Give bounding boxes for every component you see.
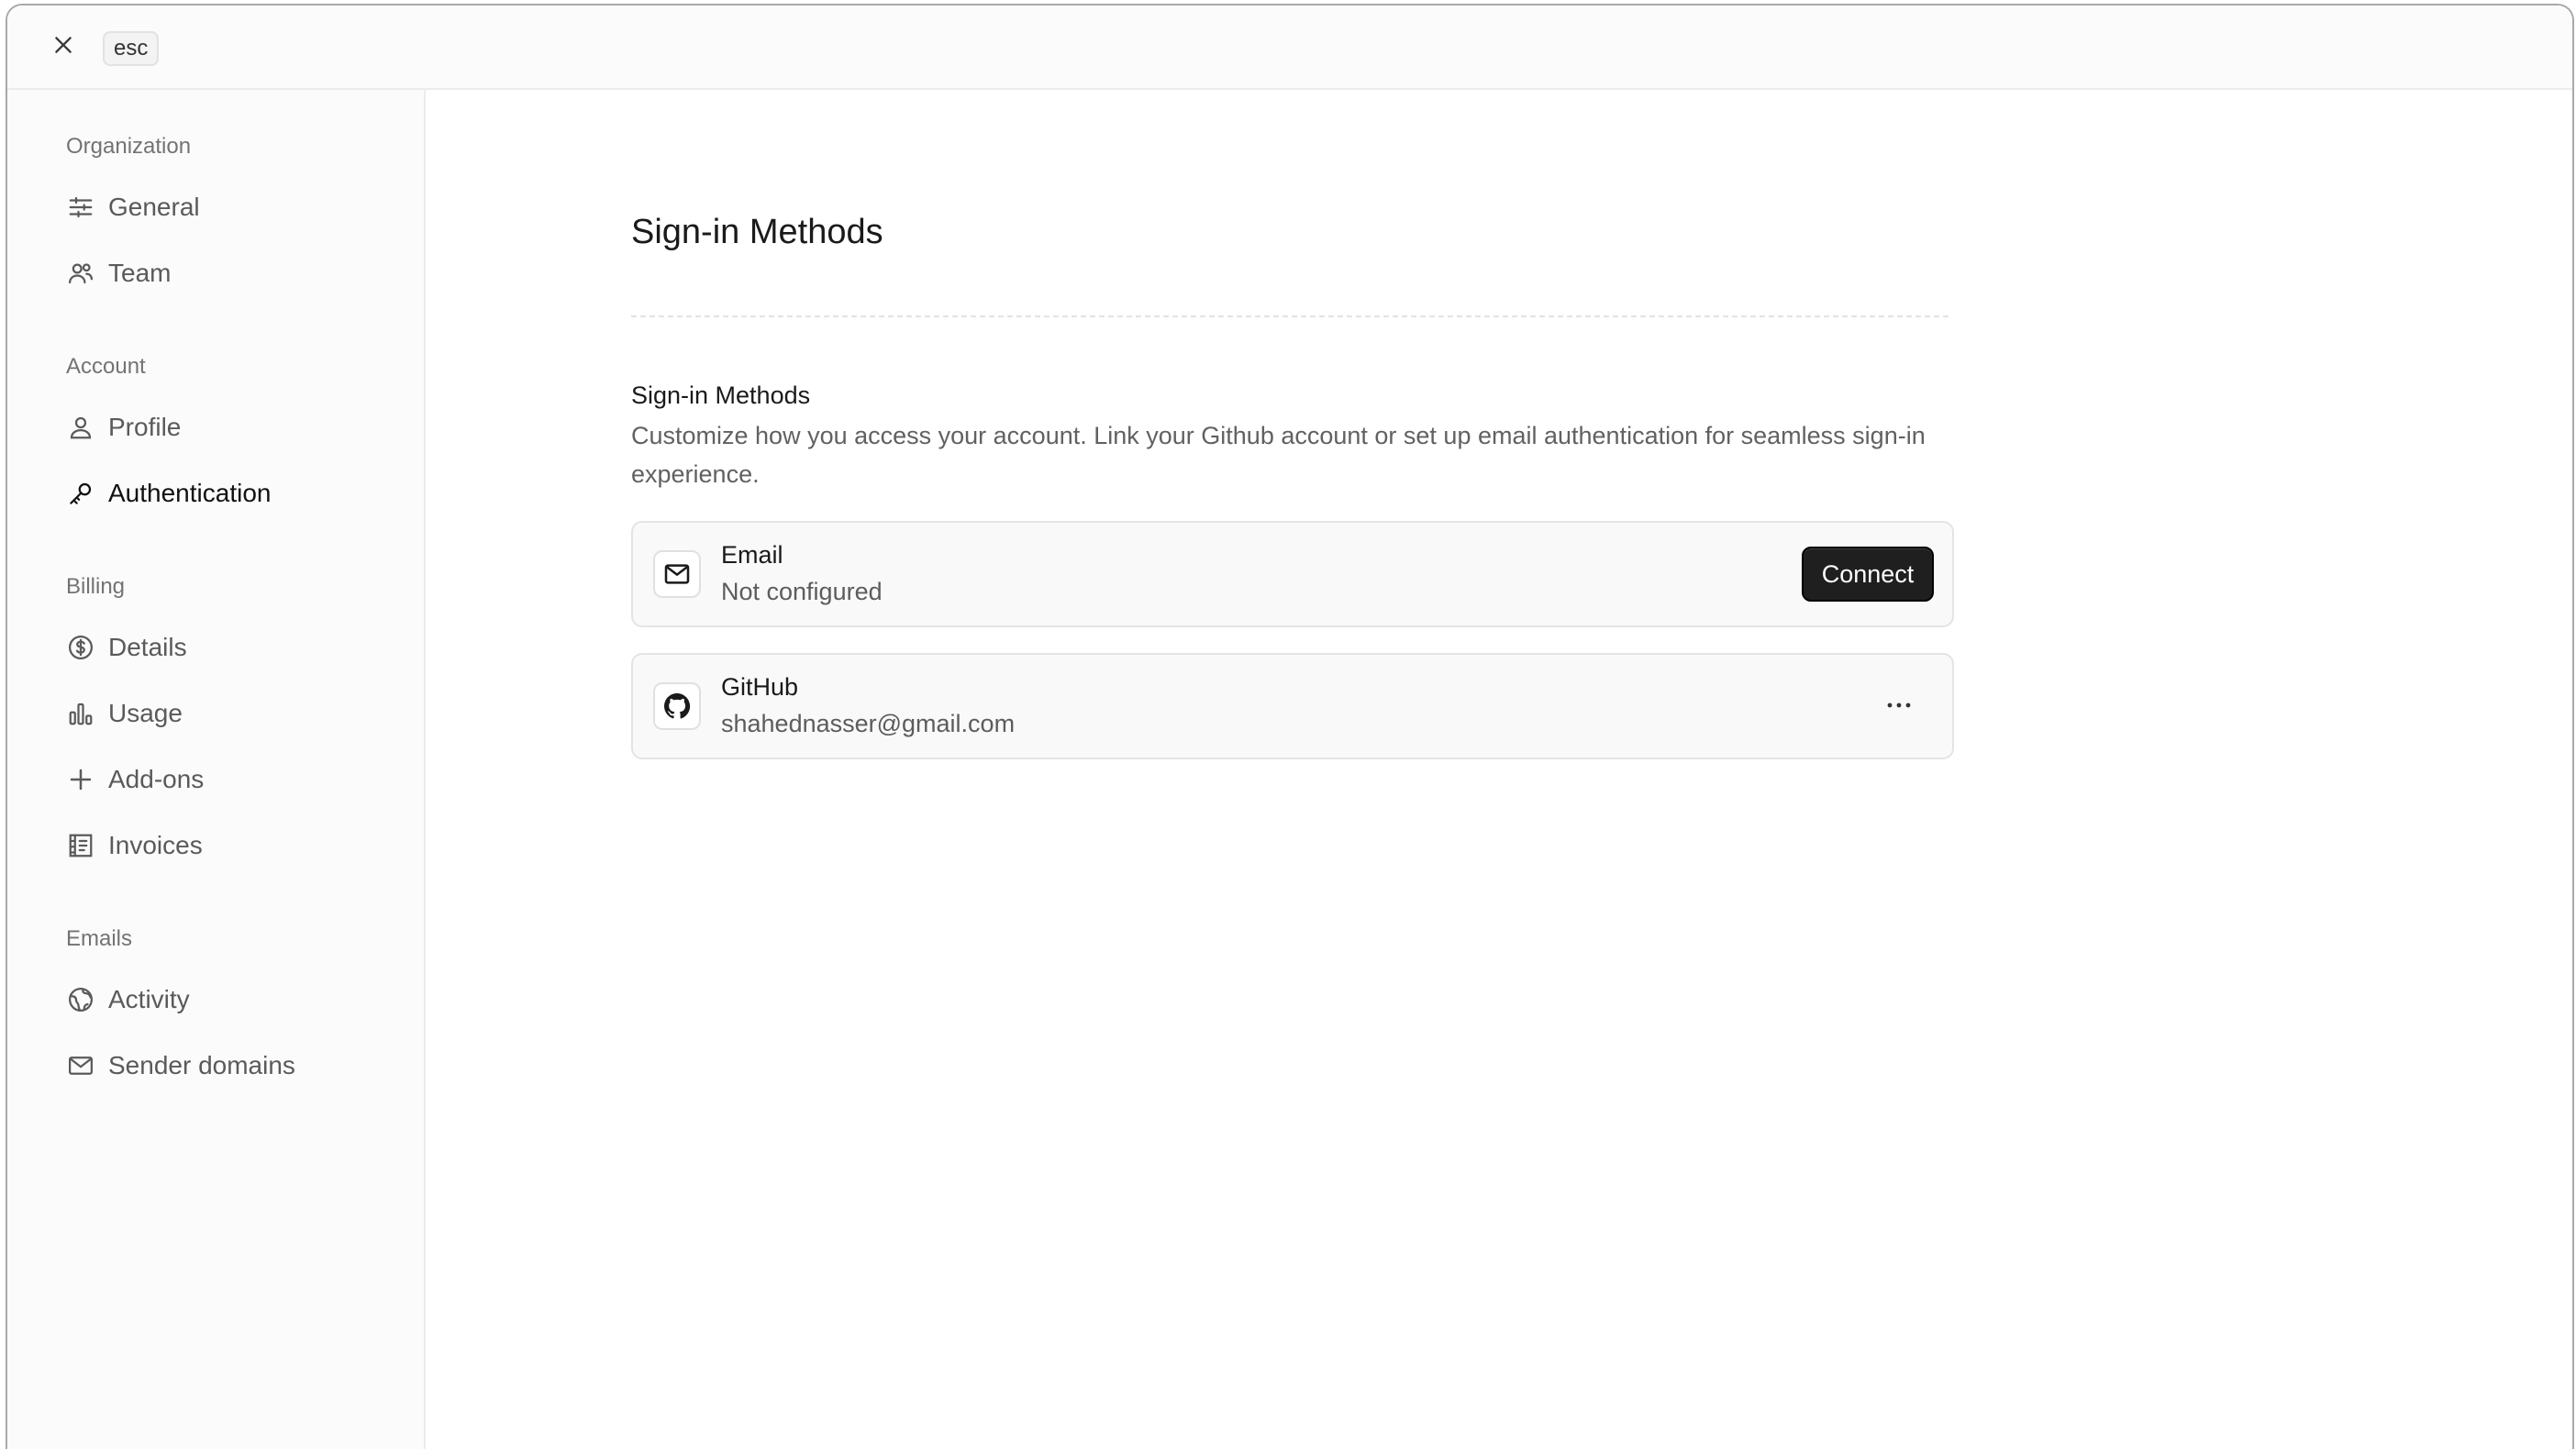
sidebar-item-team[interactable]: Team [66, 251, 396, 295]
sidebar-item-label: Usage [108, 699, 183, 727]
sign-in-method-email: Email Not configured Connect [631, 521, 1954, 627]
sidebar: Organization General Team Account Profil… [7, 90, 426, 1449]
settings-window: esc Organization General Team Account Pr… [6, 4, 2574, 1449]
key-icon [66, 479, 95, 508]
section-description: Customize how you access your account. L… [631, 422, 1926, 488]
sidebar-item-sender-domains[interactable]: Sender domains [66, 1044, 396, 1088]
sidebar-item-label: Authentication [108, 479, 272, 507]
connect-button[interactable]: Connect [1802, 547, 1934, 602]
more-horizontal-icon [1885, 698, 1913, 714]
close-button[interactable] [50, 33, 77, 61]
sidebar-item-label: Team [108, 259, 172, 287]
mail-icon [653, 550, 701, 598]
sidebar-group-emails: Emails [66, 926, 133, 951]
globe-icon [66, 985, 95, 1014]
sidebar-group-organization: Organization [66, 134, 192, 159]
sidebar-item-label: Sender domains [108, 1051, 295, 1079]
bar-chart-icon [66, 699, 95, 728]
method-name: GitHub [721, 673, 799, 701]
sidebar-item-authentication[interactable]: Authentication [66, 471, 396, 515]
section-title: Sign-in Methods [631, 382, 811, 409]
github-icon [653, 682, 701, 730]
user-icon [66, 413, 95, 442]
sidebar-group-billing: Billing [66, 574, 126, 599]
sidebar-item-label: Add-ons [108, 765, 205, 793]
main-content: Sign-in Methods Sign-in Methods Customiz… [426, 90, 2572, 1449]
sidebar-item-details[interactable]: Details [66, 625, 396, 669]
divider [631, 315, 1949, 317]
method-name: Email [721, 541, 783, 569]
sidebar-item-activity[interactable]: Activity [66, 978, 396, 1022]
page-title: Sign-in Methods [631, 213, 883, 251]
dollar-circle-icon [66, 633, 95, 662]
method-status: Not configured [721, 578, 883, 605]
sidebar-item-add-ons[interactable]: Add-ons [66, 758, 396, 802]
more-options-button[interactable] [1879, 688, 1919, 724]
sidebar-item-usage[interactable]: Usage [66, 691, 396, 736]
sidebar-item-label: Profile [108, 413, 182, 441]
sidebar-item-label: Invoices [108, 831, 203, 859]
receipt-icon [66, 831, 95, 860]
sidebar-item-profile[interactable]: Profile [66, 405, 396, 449]
sidebar-group-account: Account [66, 354, 146, 379]
sidebar-item-label: Activity [108, 985, 190, 1013]
mail-icon [66, 1051, 95, 1080]
top-bar: esc [7, 6, 2572, 90]
sidebar-item-general[interactable]: General [66, 185, 396, 229]
users-icon [66, 259, 95, 288]
sidebar-item-invoices[interactable]: Invoices [66, 824, 396, 868]
method-status: shahednasser@gmail.com [721, 710, 1016, 737]
sliders-icon [66, 193, 95, 222]
esc-key-hint: esc [103, 31, 160, 66]
close-icon [51, 33, 75, 61]
sign-in-method-github: GitHub shahednasser@gmail.com [631, 653, 1954, 759]
sidebar-item-label: General [108, 193, 200, 221]
sidebar-item-label: Details [108, 633, 187, 661]
plus-icon [66, 765, 95, 794]
